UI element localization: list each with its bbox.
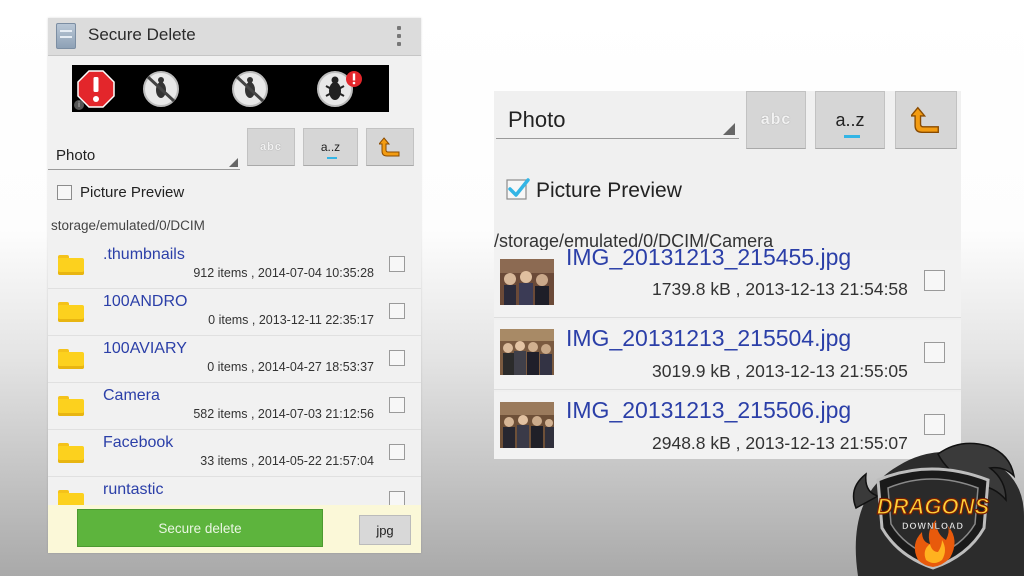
- file-meta: 3019.9 kB , 2013-12-13 21:55:05: [652, 361, 908, 381]
- list-item[interactable]: .thumbnails 912 items , 2014-07-04 10:35…: [48, 242, 421, 289]
- folder-name: runtastic: [103, 481, 164, 498]
- folder-meta: 33 items , 2014-05-22 21:57:04: [200, 454, 374, 468]
- sort-alphabetical-button[interactable]: a..z: [303, 128, 358, 166]
- photo-thumbnail: [500, 329, 554, 375]
- picture-preview-label: Picture Preview: [536, 179, 682, 202]
- list-item[interactable]: IMG_20131213_215455.jpg 1739.8 kB , 2013…: [494, 244, 961, 318]
- sort-by-name-button[interactable]: abc: [746, 91, 806, 149]
- folder-checkbox[interactable]: [389, 256, 405, 272]
- sort-by-name-button[interactable]: abc: [247, 128, 295, 166]
- overflow-menu-icon[interactable]: [397, 24, 403, 48]
- bug-alert-icon: [317, 71, 362, 107]
- folder-icon: [58, 396, 84, 416]
- folder-checkbox[interactable]: [389, 444, 405, 460]
- up-arrow-icon: [379, 137, 400, 157]
- logo-subtitle: DOWNLOAD: [902, 521, 964, 531]
- list-item[interactable]: IMG_20131213_215504.jpg 3019.9 kB , 2013…: [494, 320, 961, 390]
- file-checkbox[interactable]: [924, 270, 945, 291]
- picture-preview-checkbox[interactable]: [506, 177, 530, 201]
- file-type-dropdown[interactable]: Photo: [48, 138, 240, 170]
- file-name: IMG_20131213_215506.jpg: [566, 397, 852, 423]
- sort-alphabetical-label: a..z: [835, 109, 865, 130]
- action-bar: Secure Delete: [48, 18, 421, 56]
- secure-delete-button[interactable]: Secure delete: [77, 509, 323, 547]
- file-type-dropdown[interactable]: Photo: [496, 99, 739, 139]
- dragons-download-logo: DRAGONS DOWNLOAD: [852, 442, 1024, 576]
- ad-banner[interactable]: i: [72, 65, 389, 112]
- folder-name: 100AVIARY: [103, 340, 187, 357]
- folder-checkbox[interactable]: [389, 350, 405, 366]
- file-name: IMG_20131213_215455.jpg: [566, 244, 852, 270]
- dropdown-arrow-icon: [723, 123, 735, 135]
- folder-name: .thumbnails: [103, 246, 185, 263]
- folder-checkbox[interactable]: [389, 397, 405, 413]
- list-item[interactable]: 100AVIARY 0 items , 2014-04-27 18:53:37: [48, 336, 421, 383]
- folder-icon: [58, 255, 84, 275]
- folder-meta: 0 items , 2013-12-11 22:35:17: [208, 313, 374, 327]
- no-bug-icon: [143, 71, 179, 107]
- sort-alphabetical-label: a..z: [320, 140, 341, 154]
- sort-by-name-label: abc: [760, 111, 792, 128]
- list-item[interactable]: 100ANDRO 0 items , 2013-12-11 22:35:17: [48, 289, 421, 336]
- up-folder-button[interactable]: [895, 91, 957, 149]
- folder-name: 100ANDRO: [103, 293, 188, 310]
- list-item[interactable]: Facebook 33 items , 2014-05-22 21:57:04: [48, 430, 421, 477]
- file-name: IMG_20131213_215504.jpg: [566, 325, 852, 351]
- folder-checkbox[interactable]: [389, 303, 405, 319]
- app-title: Secure Delete: [88, 25, 196, 44]
- folder-meta: 912 items , 2014-07-04 10:35:28: [193, 266, 374, 280]
- folder-meta: 582 items , 2014-07-03 21:12:56: [193, 407, 374, 421]
- folder-name: Camera: [103, 387, 160, 404]
- selected-indicator: [327, 157, 337, 159]
- current-path: storage/emulated/0/DCIM: [51, 218, 205, 233]
- photo-thumbnail: [500, 402, 554, 448]
- secure-delete-app-screen: Secure Delete i Photo abc a..z Picture P…: [48, 18, 421, 553]
- folder-meta: 0 items , 2014-04-27 18:53:37: [207, 360, 374, 374]
- file-type-dropdown-value: Photo: [56, 147, 96, 164]
- list-item[interactable]: Camera 582 items , 2014-07-03 21:12:56: [48, 383, 421, 430]
- sort-alphabetical-button[interactable]: a..z: [815, 91, 885, 149]
- file-checkbox[interactable]: [924, 342, 945, 363]
- file-filter-button[interactable]: jpg: [359, 515, 411, 545]
- zoomed-file-list-view: Photo abc a..z Picture Preview /storage/…: [494, 91, 961, 459]
- file-checkbox[interactable]: [924, 414, 945, 435]
- sort-by-name-label: abc: [260, 141, 282, 153]
- folder-name: Facebook: [103, 434, 174, 451]
- file-type-dropdown-value: Photo: [508, 107, 566, 132]
- logo-title: DRAGONS: [877, 494, 990, 519]
- folder-icon: [58, 302, 84, 322]
- ad-info-icon[interactable]: i: [74, 100, 84, 110]
- photo-thumbnail: [500, 259, 554, 305]
- bottom-action-bar: Secure delete jpg: [48, 505, 421, 553]
- dropdown-arrow-icon: [229, 158, 238, 167]
- app-icon: [56, 23, 76, 49]
- picture-preview-label: Picture Preview: [80, 184, 185, 201]
- no-bug-icon: [232, 71, 268, 107]
- picture-preview-checkbox[interactable]: [57, 185, 72, 200]
- up-arrow-icon: [911, 106, 939, 133]
- folder-icon: [58, 349, 84, 369]
- selected-indicator: [844, 135, 860, 138]
- folder-list: .thumbnails 912 items , 2014-07-04 10:35…: [48, 242, 421, 524]
- sort-toolbar: Photo abc a..z: [48, 128, 421, 178]
- up-folder-button[interactable]: [366, 128, 414, 166]
- file-meta: 1739.8 kB , 2013-12-13 21:54:58: [652, 279, 908, 299]
- folder-icon: [58, 443, 84, 463]
